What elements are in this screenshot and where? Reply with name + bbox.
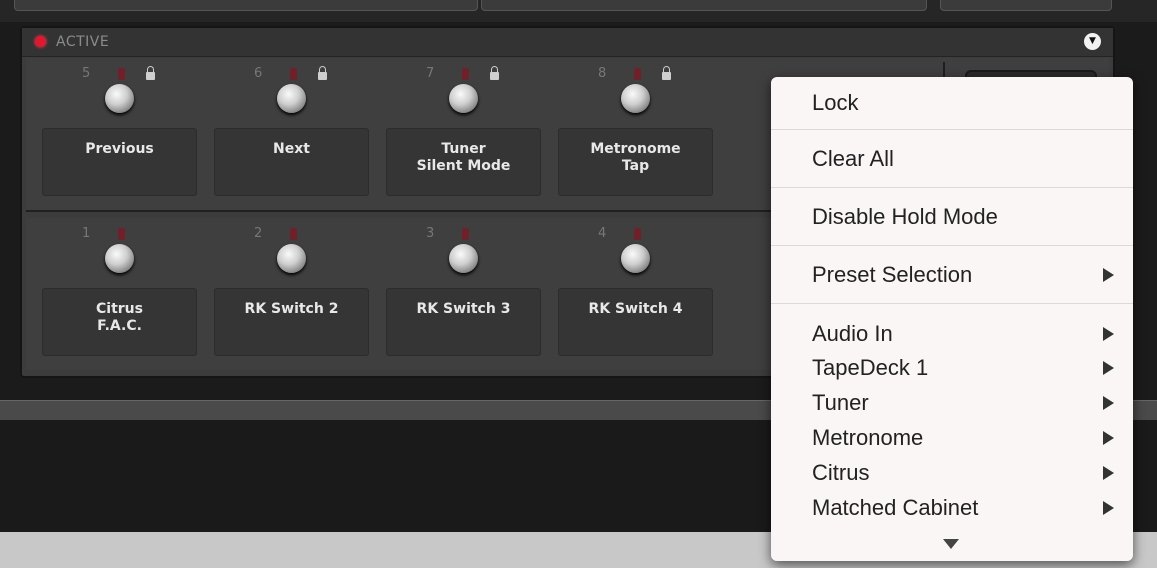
context-menu: Lock Clear All Disable Hold Mode Preset … xyxy=(771,77,1133,561)
label-line: Citrus xyxy=(96,301,143,317)
switch-8[interactable]: 8 Metronome Tap xyxy=(542,58,713,203)
led xyxy=(290,68,297,80)
switch-4[interactable]: 4 RK Switch 4 xyxy=(542,218,713,363)
menu-separator xyxy=(771,129,1133,130)
switch-number: 1 xyxy=(82,226,91,241)
lock-icon[interactable] xyxy=(490,66,499,80)
led xyxy=(462,228,469,240)
knob[interactable] xyxy=(621,84,650,113)
menu-separator xyxy=(771,303,1133,304)
switch-number: 5 xyxy=(82,66,91,81)
active-label: ACTIVE xyxy=(56,34,110,50)
menu-item-audio-in[interactable]: Audio In xyxy=(812,320,893,348)
submenu-arrow-icon xyxy=(1103,396,1114,410)
switch-3[interactable]: 3 RK Switch 3 xyxy=(370,218,541,363)
menu-item-preset-selection[interactable]: Preset Selection xyxy=(812,261,972,289)
lock-icon[interactable] xyxy=(318,66,327,80)
lock-icon[interactable] xyxy=(662,66,671,80)
label-line: Metronome xyxy=(590,141,681,157)
led xyxy=(634,228,641,240)
active-bar: ACTIVE ▼ xyxy=(22,28,1113,57)
switch-5[interactable]: 5 Previous xyxy=(26,58,197,203)
knob[interactable] xyxy=(105,244,134,273)
switch-number: 3 xyxy=(426,226,435,241)
menu-item-clear-all[interactable]: Clear All xyxy=(812,145,894,173)
active-led[interactable] xyxy=(35,36,46,47)
switch-number: 6 xyxy=(254,66,263,81)
switch-label[interactable]: RK Switch 2 xyxy=(214,288,369,356)
switch-number: 7 xyxy=(426,66,435,81)
switch-label[interactable]: Next xyxy=(214,128,369,196)
menu-separator xyxy=(771,245,1133,246)
switch-number: 2 xyxy=(254,226,263,241)
knob[interactable] xyxy=(621,244,650,273)
submenu-arrow-icon xyxy=(1103,431,1114,445)
switch-label[interactable]: Metronome Tap xyxy=(558,128,713,196)
label-line: RK Switch 3 xyxy=(416,301,511,317)
led xyxy=(290,228,297,240)
switch-label[interactable]: Previous xyxy=(42,128,197,196)
submenu-arrow-icon xyxy=(1103,268,1114,282)
label-line: RK Switch 2 xyxy=(244,301,339,317)
menu-item-tuner[interactable]: Tuner xyxy=(812,389,869,417)
submenu-arrow-icon xyxy=(1103,327,1114,341)
knob[interactable] xyxy=(277,244,306,273)
label-line: RK Switch 4 xyxy=(588,301,683,317)
switch-label[interactable]: Citrus F.A.C. xyxy=(42,288,197,356)
switch-label[interactable]: RK Switch 3 xyxy=(386,288,541,356)
knob[interactable] xyxy=(277,84,306,113)
scroll-down-arrow-icon[interactable] xyxy=(943,539,959,549)
menu-separator xyxy=(771,187,1133,188)
switch-6[interactable]: 6 Next xyxy=(198,58,369,203)
top-slot-right xyxy=(481,0,927,11)
led xyxy=(462,68,469,80)
menu-item-lock[interactable]: Lock xyxy=(812,89,858,117)
led xyxy=(634,68,641,80)
menu-item-tapedeck-1[interactable]: TapeDeck 1 xyxy=(812,354,928,382)
submenu-arrow-icon xyxy=(1103,466,1114,480)
menu-item-metronome[interactable]: Metronome xyxy=(812,424,923,452)
switch-2[interactable]: 2 RK Switch 2 xyxy=(198,218,369,363)
led xyxy=(118,68,125,80)
switch-1[interactable]: 1 Citrus F.A.C. xyxy=(26,218,197,363)
top-slot-left xyxy=(14,0,478,11)
menu-item-matched-cabinet[interactable]: Matched Cabinet xyxy=(812,494,978,522)
label-line: Tap xyxy=(621,158,650,174)
dropdown-arrow-icon[interactable]: ▼ xyxy=(1084,33,1101,50)
switch-number: 4 xyxy=(598,226,607,241)
label-line: Previous xyxy=(85,141,154,157)
knob[interactable] xyxy=(449,244,478,273)
submenu-arrow-icon xyxy=(1103,361,1114,375)
top-slot-module xyxy=(940,0,1112,11)
knob[interactable] xyxy=(105,84,134,113)
led xyxy=(118,228,125,240)
label-line: Next xyxy=(273,141,310,157)
switch-label[interactable]: Tuner Silent Mode xyxy=(386,128,541,196)
switch-number: 8 xyxy=(598,66,607,81)
label-line: F.A.C. xyxy=(97,318,142,334)
label-line: Silent Mode xyxy=(416,158,511,174)
menu-item-disable-hold-mode[interactable]: Disable Hold Mode xyxy=(812,203,998,231)
lock-icon[interactable] xyxy=(146,66,155,80)
knob[interactable] xyxy=(449,84,478,113)
top-strip xyxy=(0,0,1157,22)
switch-label[interactable]: RK Switch 4 xyxy=(558,288,713,356)
submenu-arrow-icon xyxy=(1103,501,1114,515)
switch-7[interactable]: 7 Tuner Silent Mode xyxy=(370,58,541,203)
menu-item-citrus[interactable]: Citrus xyxy=(812,459,869,487)
label-line: Tuner xyxy=(441,141,486,157)
